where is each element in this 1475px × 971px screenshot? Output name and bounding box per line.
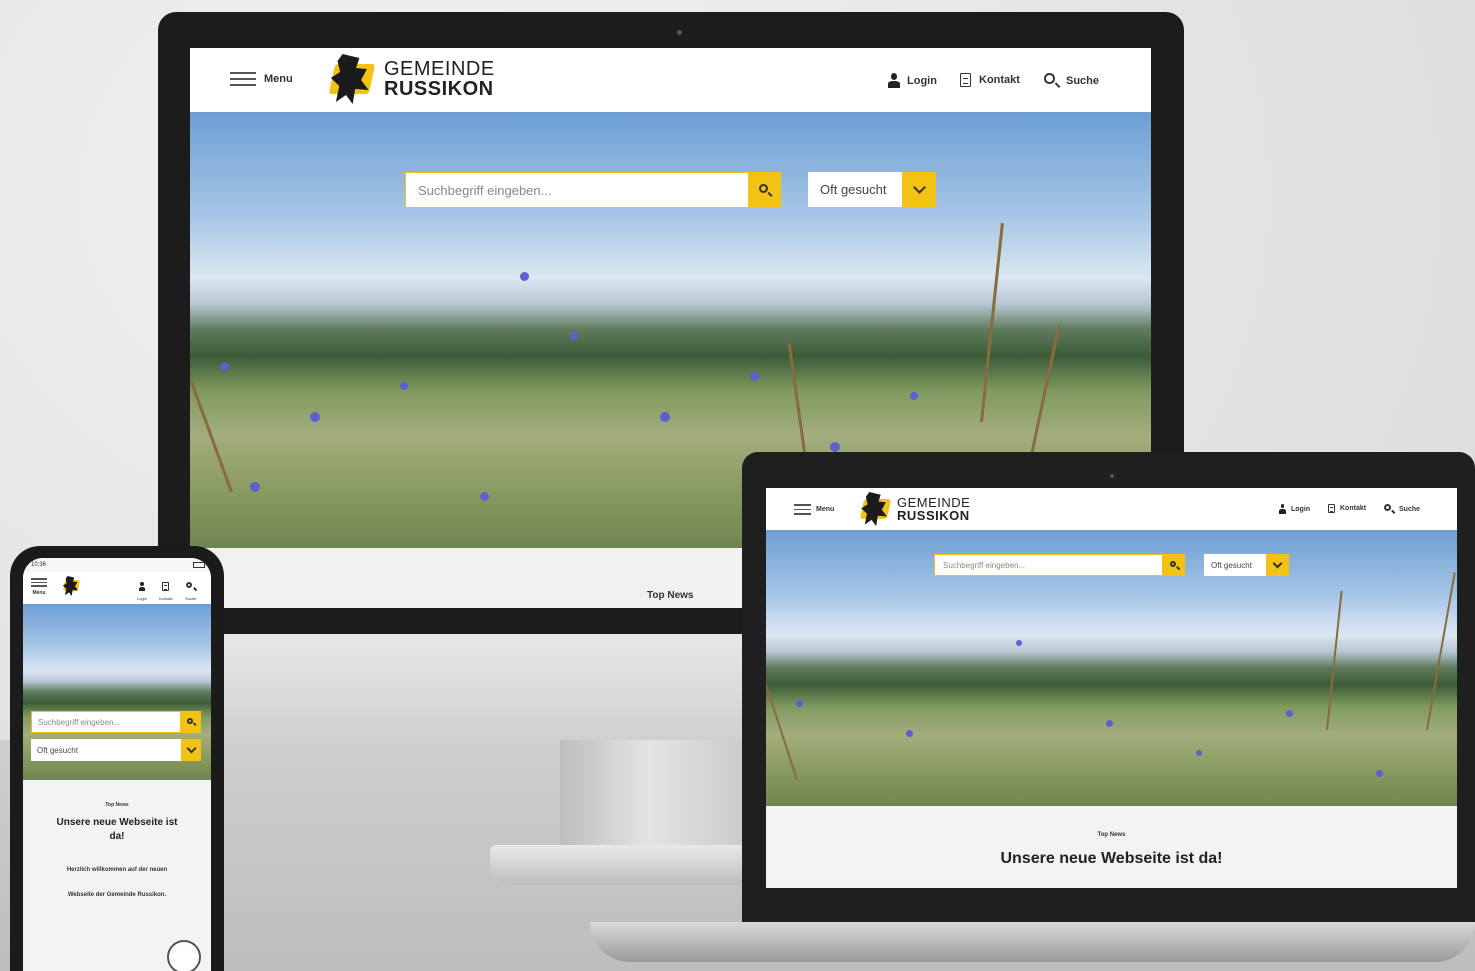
person-icon: [887, 73, 901, 88]
menu-button[interactable]: Menu: [230, 72, 293, 86]
hamburger-icon: [794, 504, 811, 515]
news-section: Top News Unsere neue Webseite ist da!: [766, 806, 1457, 888]
laptop-search: Suchbegriff eingeben...: [934, 554, 1185, 576]
municipal-seal-icon: [167, 940, 201, 971]
lion-crest-icon: [326, 54, 376, 104]
laptop-camera: [1110, 474, 1114, 478]
news-headline[interactable]: Unsere neue Webseite ist da!: [23, 816, 211, 844]
news-headline-line-1: Unsere neue Webseite ist: [56, 817, 178, 828]
top-news-label: Top News: [1097, 832, 1126, 838]
site-logo[interactable]: [61, 576, 81, 596]
nav-kontakt-label: Kontakt: [1340, 505, 1367, 512]
news-intro-line-1: Herzlich willkommen auf der neuen: [66, 867, 168, 873]
status-bar: 10:36: [23, 558, 211, 572]
document-icon: [1328, 504, 1335, 513]
desktop-search: Suchbegriff eingeben...: [405, 172, 781, 208]
news-headline[interactable]: Unsere neue Webseite ist da!: [766, 850, 1457, 868]
search-placeholder: Suchbegriff eingeben...: [418, 182, 552, 198]
search-button[interactable]: [1163, 554, 1185, 576]
nav-login-label: Login: [907, 74, 937, 87]
document-icon: [960, 73, 971, 87]
battery-icon: [193, 562, 205, 568]
site-header: Menu GEMEINDE RUSSIKON Login Kontakt Suc…: [766, 488, 1457, 530]
nav-login-label: Login: [137, 596, 147, 601]
nav-login-label: Login: [1291, 505, 1311, 513]
frequent-dropdown[interactable]: Oft gesucht: [31, 739, 201, 761]
top-news-label: Top News: [647, 590, 694, 601]
chevron-down-icon: [186, 743, 196, 754]
menu-button[interactable]: Menu: [31, 578, 47, 596]
site-logo[interactable]: GEMEINDE RUSSIKON: [326, 54, 495, 104]
nav-suche-label: Suche: [1066, 74, 1100, 87]
menu-label: Menu: [32, 589, 46, 596]
search-placeholder: Suchbegriff eingeben...: [38, 717, 121, 727]
logo-line-2: RUSSIKON: [897, 508, 970, 523]
document-icon: [162, 582, 170, 591]
search-placeholder: Suchbegriff eingeben...: [943, 560, 1026, 570]
news-section: Top News Unsere neue Webseite ist da! He…: [23, 780, 211, 971]
search-icon: [1044, 73, 1059, 88]
nav-kontakt-label: Kontakt: [979, 74, 1020, 86]
chevron-down-icon: [912, 181, 926, 194]
monitor-camera: [677, 30, 682, 35]
frequent-toggle[interactable]: [902, 172, 936, 207]
nav-kontakt[interactable]: Kontakt: [1328, 504, 1366, 513]
search-input[interactable]: Suchbegriff eingeben...: [934, 554, 1163, 576]
hamburger-icon: [31, 578, 47, 587]
lion-crest-icon: [858, 492, 892, 526]
logo-line-2: RUSSIKON: [384, 78, 494, 100]
frequent-dropdown[interactable]: Oft gesucht: [808, 172, 936, 207]
search-icon: [1384, 504, 1394, 514]
news-intro: Herzlich willkommen auf der neuen Websei…: [23, 858, 211, 908]
person-icon: [1278, 504, 1287, 514]
hamburger-icon: [230, 72, 256, 86]
nav-suche[interactable]: Suche: [1044, 73, 1099, 88]
search-icon: [1169, 560, 1179, 570]
nav-login[interactable]: Login: [137, 578, 147, 601]
mobile-website: 10:36 Menu Login Kontakt Suche Suchbegri…: [23, 558, 211, 971]
site-header: Menu Login Kontakt Suche: [23, 572, 211, 604]
logo-wordmark: GEMEINDE RUSSIKON: [897, 496, 970, 522]
menu-label: Menu: [816, 505, 835, 513]
nav-kontakt[interactable]: Kontakt: [960, 73, 1020, 87]
search-input[interactable]: Suchbegriff eingeben...: [31, 711, 181, 733]
nav-suche[interactable]: Suche: [1384, 504, 1420, 514]
logo-line-1: GEMEINDE: [384, 58, 495, 80]
nav-suche-label: Suche: [1399, 505, 1421, 513]
chevron-down-icon: [1272, 558, 1283, 569]
nav-login[interactable]: Login: [887, 73, 937, 88]
search-icon: [758, 183, 772, 197]
logo-wordmark: GEMEINDE RUSSIKON: [384, 59, 495, 99]
site-logo[interactable]: GEMEINDE RUSSIKON: [858, 492, 970, 526]
search-button[interactable]: [749, 172, 781, 208]
frequent-toggle[interactable]: [181, 739, 201, 761]
nav-suche[interactable]: Suche: [185, 578, 196, 601]
laptop-base: [590, 922, 1475, 962]
nav-login[interactable]: Login: [1278, 504, 1310, 514]
site-header: Menu GEMEINDE RUSSIKON Login Kontakt Suc…: [190, 48, 1151, 112]
search-input[interactable]: Suchbegriff eingeben...: [405, 172, 749, 208]
mobile-search: Suchbegriff eingeben...: [31, 711, 201, 733]
nav-kontakt-label: Kontakt: [159, 596, 173, 601]
person-icon: [138, 582, 146, 591]
frequent-dropdown[interactable]: Oft gesucht: [1204, 554, 1289, 576]
search-icon: [186, 582, 195, 591]
search-button[interactable]: [181, 711, 201, 733]
menu-button[interactable]: Menu: [794, 504, 834, 515]
menu-label: Menu: [264, 73, 293, 85]
top-news-label: Top News: [105, 802, 129, 808]
search-icon: [187, 718, 195, 726]
frequent-label: Oft gesucht: [31, 739, 181, 761]
nav-kontakt[interactable]: Kontakt: [159, 578, 173, 601]
lion-crest-icon: [61, 576, 81, 596]
nav-suche-label: Suche: [185, 596, 197, 601]
status-time: 10:36: [31, 562, 47, 568]
news-intro-line-2: Webseite der Gemeinde Russikon.: [67, 892, 167, 898]
frequent-label: Oft gesucht: [808, 172, 902, 207]
laptop-website: Menu GEMEINDE RUSSIKON Login Kontakt Suc…: [766, 488, 1457, 888]
news-headline-line-2: da!: [109, 831, 125, 842]
frequent-label: Oft gesucht: [1204, 554, 1266, 576]
frequent-toggle[interactable]: [1266, 554, 1289, 576]
